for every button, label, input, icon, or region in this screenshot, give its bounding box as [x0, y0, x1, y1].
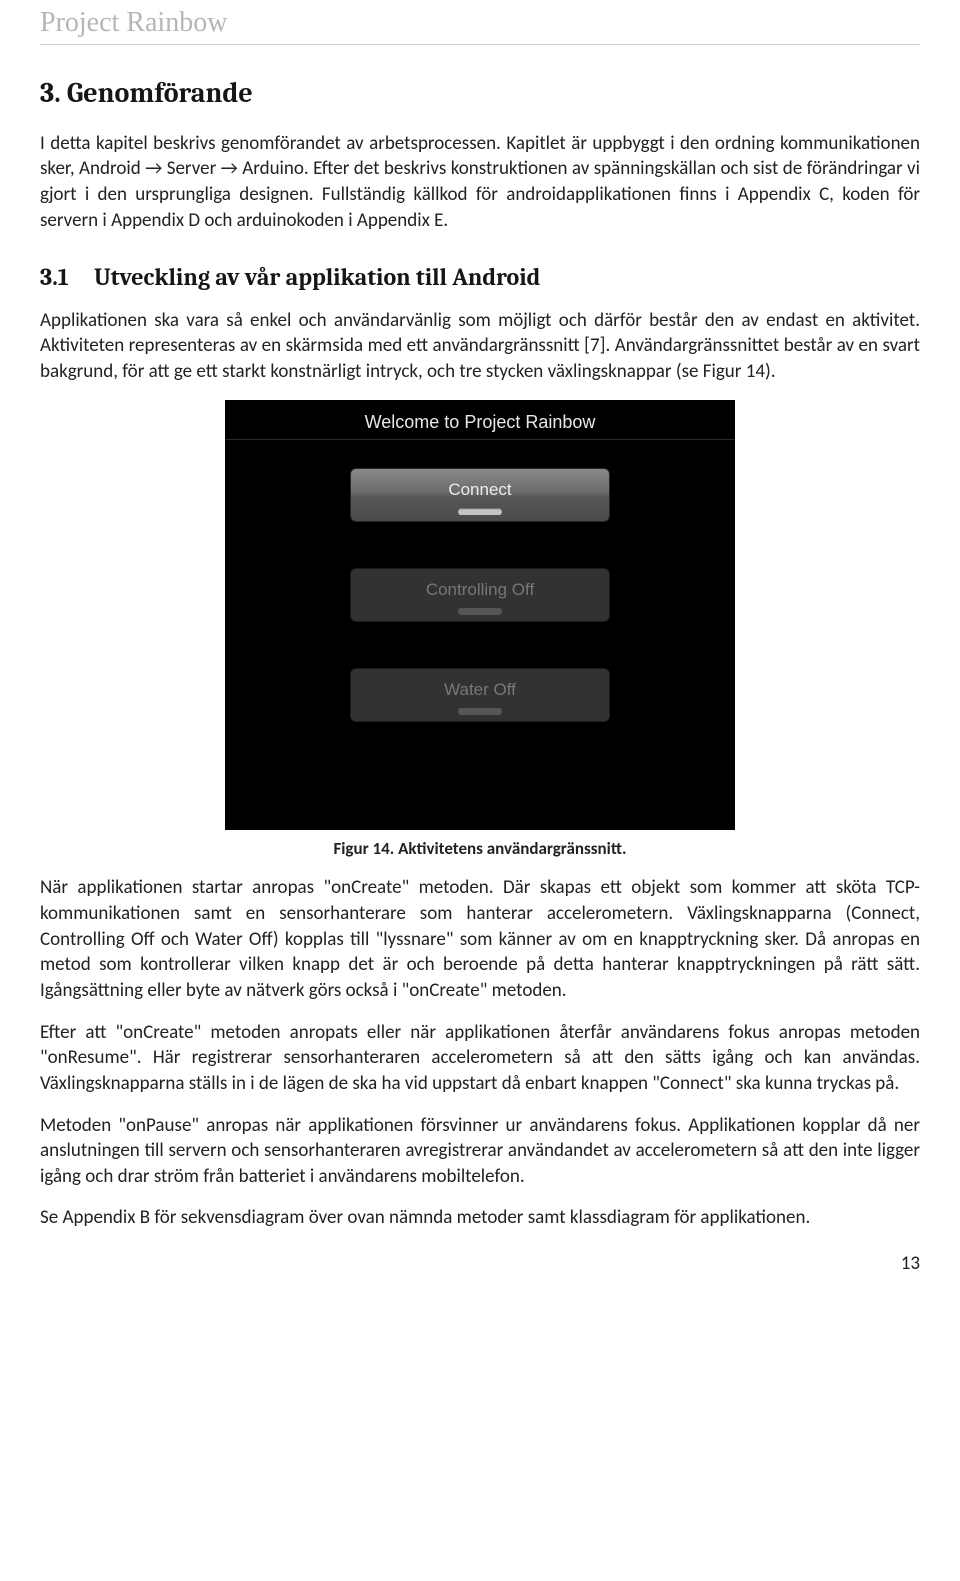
- subsection-title: Utveckling av vår applikation till Andro…: [94, 263, 540, 291]
- paragraph: Metoden "onPause" anropas när applikatio…: [40, 1113, 920, 1190]
- section-number: 3.: [40, 77, 61, 109]
- paragraph: När applikationen startar anropas "onCre…: [40, 875, 920, 1003]
- paragraph: Efter att "onCreate" metoden anropats el…: [40, 1020, 920, 1097]
- paragraph: Applikationen ska vara så enkel och anvä…: [40, 308, 920, 385]
- connect-button-label: Connect: [448, 480, 511, 499]
- figure-caption: Figur 14. Aktivitetens användargränssnit…: [40, 838, 920, 861]
- page-number: 13: [40, 1251, 920, 1277]
- page-header: Project Rainbow: [40, 0, 920, 45]
- paragraph: Se Appendix B för sekvensdiagram över ov…: [40, 1205, 920, 1231]
- water-button: Water Off: [350, 668, 610, 722]
- controlling-button-label: Controlling Off: [426, 580, 534, 599]
- subsection-number: 3.1: [40, 261, 94, 293]
- figure: Welcome to Project Rainbow Connect Contr…: [40, 400, 920, 830]
- toggle-indicator-icon: [458, 708, 502, 715]
- section-heading: 3. Genomförande: [40, 75, 920, 113]
- toggle-indicator-icon: [458, 608, 502, 615]
- toggle-indicator-icon: [458, 508, 502, 515]
- water-button-label: Water Off: [444, 680, 516, 699]
- controlling-button: Controlling Off: [350, 568, 610, 622]
- android-screenshot: Welcome to Project Rainbow Connect Contr…: [225, 400, 735, 830]
- android-app-title: Welcome to Project Rainbow: [225, 404, 735, 439]
- paragraph: I detta kapitel beskrivs genomförandet a…: [40, 131, 920, 234]
- section-title: Genomförande: [67, 77, 253, 109]
- subsection-heading: 3.1Utveckling av vår applikation till An…: [40, 261, 920, 293]
- connect-button: Connect: [350, 468, 610, 522]
